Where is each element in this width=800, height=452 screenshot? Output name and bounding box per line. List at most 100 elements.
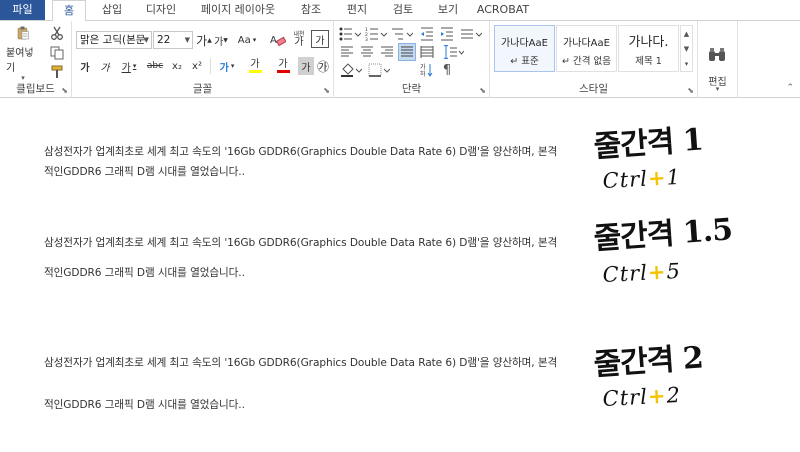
- style-name: ↵ 간격 없음: [562, 56, 611, 67]
- tab-home[interactable]: 홈: [52, 0, 86, 21]
- styles-gallery-scroller[interactable]: ▲ ▼ ▾: [680, 25, 693, 72]
- annotation-key: 1: [665, 164, 682, 190]
- enclose-characters-button[interactable]: ㉮: [315, 57, 331, 75]
- style-name: ↵ 표준: [510, 56, 539, 67]
- line-spacing-icon: [443, 45, 464, 59]
- annotation-key-prefix: Ctrl: [602, 260, 649, 287]
- format-painter-button[interactable]: [48, 63, 66, 81]
- superscript-button[interactable]: x²: [188, 57, 206, 75]
- chevron-down-icon[interactable]: ▼: [185, 32, 190, 48]
- style-preview: 가나다AaE: [501, 38, 548, 49]
- style-normal[interactable]: 가나다AaE ↵ 표준: [494, 25, 555, 72]
- dialog-launcher-icon[interactable]: ⬊: [687, 86, 694, 95]
- pilcrow-icon: ¶: [442, 62, 452, 78]
- collapse-ribbon-icon[interactable]: ⌃: [786, 83, 794, 93]
- svg-text:가: 가: [420, 63, 426, 71]
- shrink-font-button[interactable]: 가 ▼: [213, 31, 229, 49]
- paste-label: 붙여넣기: [6, 48, 34, 74]
- character-shading-button[interactable]: 가: [298, 57, 314, 75]
- subscript-button[interactable]: x₂: [168, 57, 186, 75]
- sort-button[interactable]: 가 하: [418, 61, 436, 79]
- tab-page-layout[interactable]: 페이지 레이아웃: [193, 0, 283, 20]
- decrease-indent-button[interactable]: [418, 25, 436, 43]
- chevron-up-icon[interactable]: ▲: [684, 30, 689, 38]
- strikethrough-label: abc: [146, 61, 164, 71]
- increase-indent-button[interactable]: [438, 25, 456, 43]
- tab-design[interactable]: 디자인: [138, 0, 184, 20]
- dialog-launcher-icon[interactable]: ⬊: [479, 86, 486, 95]
- increase-indent-icon: [441, 27, 453, 41]
- tab-review[interactable]: 검토: [384, 0, 422, 20]
- text-effects-label: 가: [219, 62, 229, 74]
- underline-label: 가: [121, 62, 131, 74]
- grow-font-button[interactable]: 가 ▲: [196, 31, 212, 49]
- clear-formatting-button[interactable]: A: [269, 31, 287, 49]
- chevron-down-icon[interactable]: ▼: [684, 45, 689, 53]
- character-border-button[interactable]: 가: [311, 30, 329, 48]
- paragraph-group: 1 2 3 가 하 ¶ 단락 ⬊: [334, 21, 490, 98]
- font-size-combo[interactable]: 22 ▼: [153, 31, 193, 49]
- shrink-font-label: 가: [214, 36, 224, 48]
- dialog-launcher-icon[interactable]: ⬊: [323, 86, 330, 95]
- tab-acrobat[interactable]: ACROBAT: [474, 0, 532, 20]
- style-no-spacing[interactable]: 가나다AaE ↵ 간격 없음: [556, 25, 617, 72]
- line-spacing-button[interactable]: [440, 43, 466, 61]
- chevron-down-icon: ▾: [252, 36, 257, 44]
- chevron-down-icon[interactable]: ▼: [144, 32, 149, 48]
- tab-insert[interactable]: 삽입: [92, 0, 132, 20]
- style-heading-1[interactable]: 가나다. 제목 1: [618, 25, 679, 72]
- highlight-color-swatch: [248, 70, 262, 73]
- align-left-button[interactable]: [338, 43, 356, 61]
- dialog-launcher-icon[interactable]: ⬊: [61, 86, 68, 95]
- multilevel-list-button[interactable]: [390, 25, 414, 43]
- tab-view[interactable]: 보기: [429, 0, 467, 20]
- asian-layout-button[interactable]: [458, 25, 484, 43]
- phonetic-guide-button[interactable]: 내천 가: [290, 29, 308, 49]
- paragraph-3-line-2: 적인GDDR6 그래픽 D램 시대를 열었습니다..: [44, 399, 245, 411]
- strikethrough-button[interactable]: abc: [144, 57, 166, 75]
- justify-button[interactable]: [398, 43, 416, 61]
- more-icon[interactable]: ▾: [685, 60, 689, 68]
- annotation-1-title: 줄간격 1: [592, 122, 704, 165]
- shading-button[interactable]: [338, 61, 364, 79]
- svg-text:하: 하: [420, 70, 426, 77]
- paragraph-1-line-2: 적인GDDR6 그래픽 D램 시대를 열었습니다..: [44, 166, 245, 178]
- editing-group: 편집 ▾: [698, 21, 738, 98]
- distributed-button[interactable]: [418, 43, 436, 61]
- chevron-down-icon[interactable]: ▾: [698, 85, 737, 93]
- character-shading-label: 가: [301, 62, 311, 74]
- align-center-icon: [361, 46, 373, 57]
- change-case-button[interactable]: Aa ▾: [234, 31, 260, 49]
- paintbrush-icon: [51, 65, 63, 78]
- svg-text:A: A: [270, 35, 277, 46]
- bullets-button[interactable]: [338, 25, 362, 43]
- styles-group-label: 스타일: [579, 83, 608, 95]
- paste-button[interactable]: 붙여넣기 ▾: [6, 26, 40, 82]
- align-center-button[interactable]: [358, 43, 376, 61]
- annotation-plus: +: [647, 258, 668, 285]
- text-effects-button[interactable]: 가 ▾: [214, 57, 240, 75]
- bold-button[interactable]: 가: [76, 57, 94, 75]
- annotation-2-title: 줄간격 1.5: [592, 212, 734, 257]
- annotation-3-shortcut: Ctrl+2: [602, 382, 681, 411]
- underline-button[interactable]: 가 ▾: [116, 57, 142, 75]
- borders-button[interactable]: [366, 61, 392, 79]
- font-color-button[interactable]: 가: [270, 57, 296, 75]
- align-justify-icon: [401, 46, 413, 57]
- phonetic-guide-label: 가: [294, 37, 304, 48]
- asian-layout-icon: [461, 29, 482, 39]
- annotation-plus: +: [647, 382, 668, 409]
- align-right-button[interactable]: [378, 43, 396, 61]
- paragraph-group-label: 단락: [401, 83, 422, 95]
- paragraph-1-line-1: 삼성전자가 업계최초로 세계 최고 속도의 '16Gb GDDR6(Graphi…: [44, 146, 558, 158]
- numbering-button[interactable]: 1 2 3: [364, 25, 388, 43]
- copy-button[interactable]: [48, 44, 66, 62]
- cut-button[interactable]: [48, 24, 66, 42]
- show-hide-marks-button[interactable]: ¶: [438, 61, 456, 79]
- tab-references[interactable]: 참조: [292, 0, 330, 20]
- tab-mailings[interactable]: 편지: [338, 0, 376, 20]
- highlight-button[interactable]: 가: [242, 57, 268, 75]
- tab-file[interactable]: 파일: [0, 0, 45, 20]
- font-name-combo[interactable]: 맑은 고딕(본문 ▼: [76, 31, 152, 49]
- italic-button[interactable]: 가: [96, 57, 114, 75]
